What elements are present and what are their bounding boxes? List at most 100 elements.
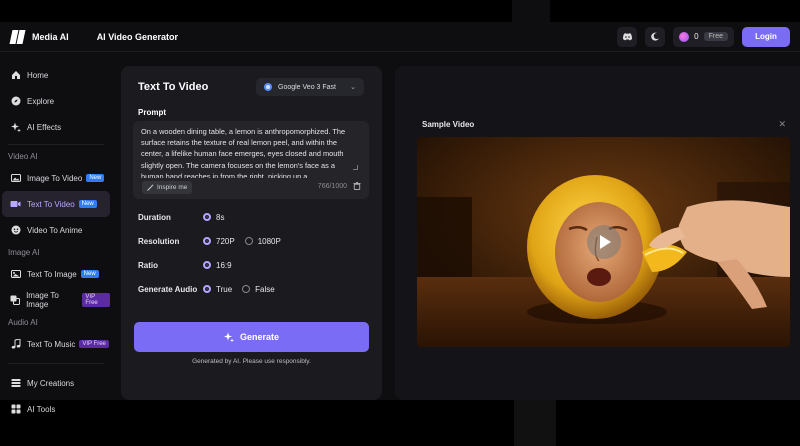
ratio-row: Ratio 16:9 (138, 259, 242, 271)
radio-unselected[interactable] (244, 237, 253, 245)
credits-badge[interactable]: 0 Free (673, 26, 734, 47)
sidebar-item-explore[interactable]: Explore (2, 88, 110, 114)
folder-icon (10, 378, 21, 389)
new-badge: New (78, 200, 97, 208)
wand-icon (147, 184, 154, 191)
sidebar-item-label: Video To Anime (27, 225, 83, 235)
sidebar-item-label: Text To Image (27, 269, 77, 279)
new-badge: New (86, 174, 105, 182)
prompt-label: Prompt (138, 108, 166, 117)
option-label: True (216, 284, 233, 294)
ratio-label: Ratio (138, 260, 158, 270)
sidebar-item-text-to-image[interactable]: Text To Image New (2, 261, 110, 287)
radio-selected[interactable] (203, 213, 211, 221)
model-select[interactable]: Google Veo 3 Fast ⌄ (256, 78, 364, 96)
panel-title: Text To Video (138, 81, 209, 93)
prompt-container: On a wooden dining table, a lemon is ant… (133, 121, 369, 199)
sample-video-player[interactable] (417, 137, 790, 347)
generate-button[interactable]: Generate (134, 322, 369, 352)
anime-icon (10, 225, 21, 236)
sample-video-panel: Sample Video ✕ (395, 66, 800, 400)
sidebar-item-text-to-music[interactable]: Text To Music VIP Free (2, 331, 110, 357)
sidebar: Home Explore AI Effects Video AI Image T… (0, 62, 112, 422)
logo-icon (10, 30, 26, 44)
option-label: 16:9 (216, 260, 232, 270)
sidebar-item-image-to-image[interactable]: Image To Image VIP Free (2, 287, 110, 313)
sidebar-item-home[interactable]: Home (2, 62, 110, 88)
duration-label: Duration (138, 212, 171, 222)
resolution-row: Resolution 720P 1080P (138, 235, 291, 247)
radio-unselected[interactable] (242, 285, 251, 293)
sidebar-item-ai-effects[interactable]: AI Effects (2, 114, 110, 140)
text-to-video-panel: Text To Video Google Veo 3 Fast ⌄ Prompt… (121, 66, 382, 400)
image-icon (10, 173, 21, 184)
moon-icon (650, 32, 659, 41)
image-icon (10, 269, 21, 280)
discord-button[interactable] (617, 26, 638, 47)
app-header: Media AI AI Video Generator 0 Free Login (0, 22, 800, 52)
radio-selected[interactable] (203, 261, 211, 269)
grid-icon (10, 404, 21, 415)
sidebar-item-text-to-video[interactable]: Text To Video New (2, 191, 110, 217)
ai-disclaimer: Generated by AI. Please use responsibly. (192, 358, 311, 365)
generate-audio-label: Generate Audio (138, 284, 198, 294)
bottom-artifact (514, 400, 556, 446)
section-title-audio-ai: Audio AI (8, 317, 38, 327)
duration-row: Duration 8s (138, 211, 234, 223)
top-bar-right (550, 0, 800, 22)
sidebar-item-label: Text To Video (27, 199, 75, 209)
sample-video-title: Sample Video (422, 120, 475, 129)
chevron-down-icon: ⌄ (350, 84, 356, 91)
new-badge: New (80, 270, 99, 278)
radio-selected[interactable] (203, 285, 211, 293)
audio-option-true[interactable]: True (203, 285, 232, 294)
theme-toggle-button[interactable] (645, 26, 666, 47)
brand-name: Media AI (32, 31, 69, 42)
inspire-me-button[interactable]: Inspire me (142, 181, 193, 194)
header-actions: 0 Free Login (617, 26, 790, 47)
sparkle-icon (223, 332, 234, 342)
option-label: 720P (216, 236, 235, 246)
model-name: Google Veo 3 Fast (278, 83, 336, 91)
resolution-option-1080p[interactable]: 1080P (244, 236, 281, 246)
sidebar-item-label: Home (27, 70, 49, 80)
sidebar-divider (8, 363, 104, 364)
sidebar-item-label: Image To Video (27, 173, 83, 183)
vip-badge: VIP Free (79, 340, 109, 348)
top-bar-gap (512, 0, 550, 22)
close-icon[interactable]: ✕ (778, 119, 786, 130)
option-label: 1080P (257, 236, 281, 246)
sidebar-item-my-creations[interactable]: My Creations (2, 370, 110, 396)
inspire-me-label: Inspire me (157, 184, 188, 191)
audio-option-false[interactable]: False (242, 285, 275, 294)
resolution-option-720p[interactable]: 720P (203, 237, 235, 246)
page-title: AI Video Generator (96, 31, 179, 42)
ratio-option-16-9[interactable]: 16:9 (203, 261, 232, 270)
sidebar-item-label: AI Tools (27, 404, 56, 414)
login-button[interactable]: Login (742, 26, 790, 47)
resolution-label: Resolution (138, 236, 180, 246)
radio-selected[interactable] (203, 237, 211, 245)
brand-logo[interactable]: Media AI (10, 30, 69, 44)
char-count: 766/1000 (317, 183, 347, 190)
generate-audio-row: Generate Audio True False (138, 283, 285, 295)
video-icon (10, 199, 21, 210)
sidebar-item-label: Image To Image (26, 291, 59, 309)
vip-badge: VIP Free (82, 293, 110, 307)
sidebar-divider (8, 144, 104, 145)
sidebar-item-label: AI Effects (27, 122, 62, 132)
play-icon[interactable] (586, 225, 621, 259)
compass-icon (10, 96, 21, 107)
music-icon (10, 339, 21, 350)
sidebar-item-video-to-anime[interactable]: Video To Anime (2, 217, 110, 243)
generate-label: Generate (239, 332, 280, 342)
top-bar-left (0, 0, 512, 22)
sidebar-item-ai-tools[interactable]: AI Tools (2, 396, 110, 422)
sidebar-item-label: Text To Music (27, 339, 76, 349)
option-label: False (255, 284, 275, 294)
sidebar-item-image-to-video[interactable]: Image To Video New (2, 165, 110, 191)
resize-handle-icon[interactable] (353, 165, 358, 170)
clear-prompt-button[interactable] (353, 182, 361, 192)
duration-option-8s[interactable]: 8s (203, 213, 224, 222)
prompt-input[interactable]: On a wooden dining table, a lemon is ant… (141, 126, 356, 178)
